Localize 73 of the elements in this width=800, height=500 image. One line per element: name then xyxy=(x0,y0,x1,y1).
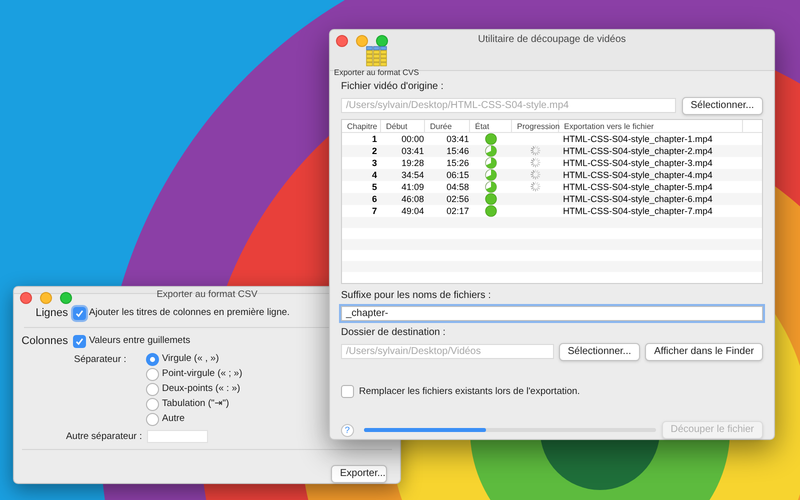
table-cell-text: 5 xyxy=(370,180,378,193)
table-cell-text: 4 xyxy=(370,168,378,181)
column-header[interactable]: Début xyxy=(381,120,425,132)
checkbox[interactable] xyxy=(73,335,86,348)
table-cell-text: 7 xyxy=(370,204,378,217)
radio-label: Tabulation ("⇥") xyxy=(162,397,230,412)
table-cell-text: HTML-CSS-S04-style_chapter-5.mp4 xyxy=(562,180,714,193)
radio-button[interactable] xyxy=(146,398,159,411)
radio-label: Deux-points (« : ») xyxy=(162,382,240,396)
field-label: Suffixe pour les noms de fichiers : xyxy=(341,288,492,303)
table-cell-text: 1 xyxy=(370,132,378,145)
table-cell-text: HTML-CSS-S04-style_chapter-6.mp4 xyxy=(562,192,714,205)
radio-label: Point-virgule (« ; ») xyxy=(162,367,242,382)
table-cell-text: 15:46 xyxy=(445,144,470,157)
radio-button[interactable] xyxy=(146,382,159,396)
column-header[interactable]: Exportation vers le fichier xyxy=(559,120,743,132)
table-cell-text: HTML-CSS-S04-style_chapter-7.mp4 xyxy=(562,204,714,217)
export-button[interactable]: Exporter... xyxy=(331,465,387,483)
table-cell-text: HTML-CSS-S04-style_chapter-4.mp4 xyxy=(562,168,714,181)
input-field[interactable] xyxy=(147,430,208,444)
window-title: Utilitaire de découpage de vidéos xyxy=(478,33,626,47)
table-icon xyxy=(366,46,387,67)
radio-label: Autre xyxy=(162,412,185,426)
table-row[interactable]: 6 46:08 02:56 HTML-CSS-S04-style_chapter-6.mp4 xyxy=(342,192,762,205)
input-field[interactable]: _chapter- xyxy=(341,306,763,321)
checkbox-label: Remplacer les fichiers existants lors de l'exportation. xyxy=(359,384,580,399)
checkbox[interactable] xyxy=(73,306,86,320)
table-cell-text: 3 xyxy=(370,156,378,169)
column-header[interactable]: Progression xyxy=(512,120,559,132)
table-cell-text: 15:26 xyxy=(445,156,470,169)
field-label: Fichier vidéo d'origine : xyxy=(341,80,445,94)
table-cell-text: 6 xyxy=(370,192,378,205)
table-cell-text: 02:17 xyxy=(445,204,470,217)
table-cell-text: 46:08 xyxy=(400,192,425,205)
close-button[interactable] xyxy=(336,35,348,47)
close-button[interactable] xyxy=(20,292,32,304)
zoom-button[interactable] xyxy=(376,35,388,47)
table-cell-text: 02:56 xyxy=(445,192,470,205)
column-header[interactable]: Chapitre xyxy=(342,120,381,132)
table-cell-text: 06:15 xyxy=(445,168,470,181)
column-header[interactable]: Durée xyxy=(425,120,470,132)
radio-button[interactable] xyxy=(146,368,159,381)
checkbox-label: Ajouter les titres de colonnes en première ligne. xyxy=(89,306,290,320)
table-cell-text: 19:28 xyxy=(400,156,425,169)
table-cell-text: 03:41 xyxy=(400,144,425,157)
zoom-button[interactable] xyxy=(60,292,72,304)
table-cell-text: 03:41 xyxy=(445,132,470,145)
toolbar-button[interactable]: Exporter au format CVS xyxy=(334,46,419,79)
radio-button[interactable] xyxy=(146,352,159,366)
section-label: Colonnes xyxy=(20,334,68,350)
radio-label: Virgule (« , ») xyxy=(162,352,219,366)
minimize-button[interactable] xyxy=(40,292,52,304)
window-title: Exporter au format CSV xyxy=(156,288,258,302)
minimize-button[interactable] xyxy=(356,35,368,47)
radio-button[interactable] xyxy=(146,412,159,426)
table-cell-text: 04:58 xyxy=(445,180,470,193)
column-header[interactable]: État xyxy=(470,120,512,132)
section-label: Lignes xyxy=(34,306,68,321)
table-cell-text: HTML-CSS-S04-style_chapter-3.mp4 xyxy=(562,156,714,169)
table-cell-text: 00:00 xyxy=(400,132,425,145)
checkbox-label: Valeurs entre guillemets xyxy=(89,334,190,348)
checkbox[interactable] xyxy=(341,385,354,398)
table-row[interactable]: 2 03:41 15:46 HTML-CSS-S04-style_chapter-2.mp4 xyxy=(342,144,762,157)
table-cell-text: 2 xyxy=(370,144,378,157)
table-cell-text: HTML-CSS-S04-style_chapter-1.mp4 xyxy=(562,132,714,145)
table-cell-text: HTML-CSS-S04-style_chapter-2.mp4 xyxy=(562,144,714,157)
table-cell-text: 34:54 xyxy=(400,168,425,181)
table-row[interactable]: 4 34:54 06:15 HTML-CSS-S04-style_chapter-4.mp4 xyxy=(342,168,762,181)
field-label: Séparateur : xyxy=(74,352,128,367)
field-label: Autre séparateur : xyxy=(64,430,142,444)
table-cell-text: 49:04 xyxy=(400,204,425,217)
table-cell-text: 41:09 xyxy=(400,180,425,193)
field-label: Dossier de destination : xyxy=(341,326,447,340)
